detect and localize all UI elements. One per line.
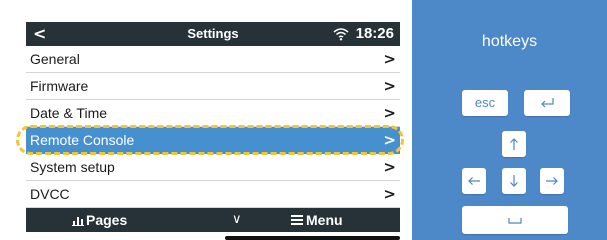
bar-chart-icon — [72, 217, 84, 226]
menu-item-date-time[interactable]: Date & Time > — [26, 100, 400, 127]
menu-item-general[interactable]: General > — [26, 46, 400, 73]
chevron-right-icon: > — [383, 50, 396, 68]
menu-button[interactable]: Menu — [306, 212, 343, 228]
down-key[interactable] — [502, 168, 526, 194]
space-icon — [508, 218, 522, 224]
hamburger-icon — [291, 215, 303, 225]
menu-item-label: Firmware — [30, 78, 89, 94]
right-key[interactable] — [540, 168, 564, 194]
wifi-icon — [333, 28, 349, 41]
chevron-right-icon: > — [383, 131, 396, 149]
chevron-right-icon: > — [383, 104, 396, 122]
arrow-down-icon — [510, 175, 518, 187]
menu-item-firmware[interactable]: Firmware > — [26, 73, 400, 100]
up-key[interactable] — [502, 131, 526, 157]
menu-item-system-setup[interactable]: System setup > — [26, 154, 400, 181]
hotkeys-panel: hotkeys esc — [412, 0, 607, 240]
menu-item-label: System setup — [30, 159, 115, 175]
arrow-up-icon — [510, 138, 518, 150]
hotkeys-title: hotkeys — [481, 33, 538, 50]
clock: 18:26 — [355, 25, 394, 42]
settings-menu: General > Firmware > Date & Time > Remot… — [26, 46, 400, 208]
menu-item-remote-console[interactable]: Remote Console > — [26, 127, 400, 154]
arrow-left-icon — [468, 177, 480, 185]
menu-item-dvcc[interactable]: DVCC > — [26, 181, 400, 208]
bottom-bar: Pages ∨ Menu — [26, 208, 400, 232]
chevron-down-icon[interactable]: ∨ — [232, 211, 242, 229]
menu-item-label: Remote Console — [30, 132, 135, 148]
menu-item-label: DVCC — [30, 186, 70, 202]
space-key[interactable] — [462, 206, 568, 234]
chevron-right-icon: > — [383, 185, 396, 203]
esc-key[interactable]: esc — [462, 90, 508, 116]
enter-key[interactable] — [524, 90, 570, 116]
left-key[interactable] — [462, 168, 486, 194]
esc-key-label: esc — [474, 95, 496, 110]
chevron-right-icon: > — [383, 77, 396, 95]
pages-button[interactable]: Pages — [86, 212, 127, 228]
return-icon — [541, 98, 554, 108]
device-screen: < Settings 18:26 General > Firmware > Da… — [26, 22, 400, 232]
title-bar: < Settings 18:26 — [26, 22, 400, 46]
chevron-right-icon: > — [383, 158, 396, 176]
arrow-right-icon — [546, 177, 558, 185]
menu-item-label: General — [30, 51, 80, 67]
scroll-indicator — [225, 236, 400, 240]
menu-item-label: Date & Time — [30, 105, 108, 121]
